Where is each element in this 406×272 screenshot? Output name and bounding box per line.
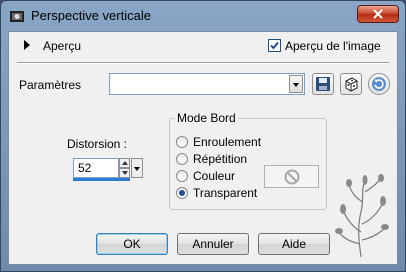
radio-label[interactable]: Couleur: [193, 169, 235, 183]
random-button[interactable]: [340, 73, 362, 95]
spin-dropdown-button[interactable]: [131, 158, 143, 178]
distorsion-input[interactable]: 52: [73, 158, 119, 178]
dialog-body: Aperçu Aperçu de l'image Paramètres Dist…: [8, 31, 398, 265]
distorsion-slider-bar[interactable]: [73, 178, 130, 181]
parametres-label: Paramètres: [19, 78, 82, 92]
radio-button[interactable]: [176, 136, 188, 148]
distorsion-spinner[interactable]: 52: [73, 158, 143, 181]
distorsion-label: Distorsion :: [67, 137, 128, 151]
window-title: Perspective verticale: [31, 8, 151, 23]
save-icon: [316, 77, 330, 91]
dialog-window: Perspective verticale Aperçu Aperçu de l…: [0, 0, 406, 272]
separator: [17, 62, 389, 64]
radio-label[interactable]: Répétition: [193, 152, 247, 166]
color-swatch[interactable]: [264, 165, 319, 188]
radio-label[interactable]: Transparent: [193, 186, 257, 200]
expand-arrow-icon[interactable]: [23, 40, 31, 50]
decorative-logo: [335, 174, 389, 258]
close-button[interactable]: [357, 5, 399, 23]
aide-button[interactable]: Aide: [258, 233, 330, 255]
combo-dropdown-arrow[interactable]: [289, 75, 303, 93]
title-bar[interactable]: Perspective verticale: [1, 1, 405, 31]
reset-icon: [372, 77, 386, 91]
annuler-button[interactable]: Annuler: [177, 233, 249, 255]
presets-combo[interactable]: [109, 73, 305, 95]
close-icon: [373, 9, 383, 19]
dice-icon: [345, 77, 358, 92]
image-preview-checkbox[interactable]: [268, 39, 281, 52]
radio-label[interactable]: Enroulement: [193, 135, 261, 149]
save-preset-button[interactable]: [312, 73, 334, 95]
radio-button-selected[interactable]: [176, 187, 188, 199]
radio-button[interactable]: [176, 153, 188, 165]
ok-button[interactable]: OK: [96, 233, 168, 255]
disabled-icon: [284, 169, 300, 185]
checkmark-icon: [270, 41, 279, 50]
reset-button[interactable]: [368, 73, 390, 95]
spin-down-button[interactable]: [119, 168, 130, 178]
mode-bord-title: Mode Bord: [175, 111, 238, 125]
radio-button[interactable]: [176, 170, 188, 182]
image-preview-label[interactable]: Aperçu de l'image: [285, 39, 381, 53]
app-icon: [10, 11, 24, 22]
apercu-label[interactable]: Aperçu: [43, 39, 81, 53]
spin-up-button[interactable]: [119, 158, 130, 168]
